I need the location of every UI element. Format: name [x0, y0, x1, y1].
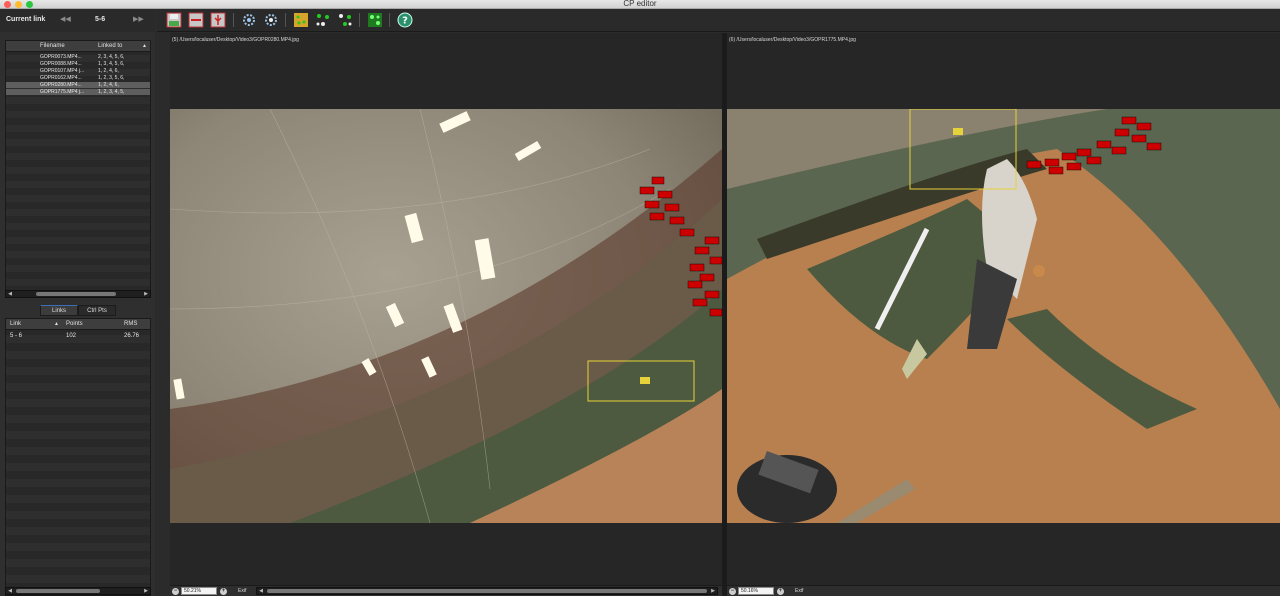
links-horizontal-scrollbar[interactable]: ◀ ▶ — [5, 587, 151, 595]
zoom-in-icon[interactable]: + — [220, 588, 227, 595]
rms-cell: 26.76 — [124, 333, 140, 339]
window-title: CP editor — [623, 0, 657, 8]
filename-cell: GOPR0107.MP4 j... — [40, 68, 85, 74]
col-linked-to[interactable]: Linked to — [98, 43, 122, 49]
scroll-thumb[interactable] — [267, 589, 707, 593]
files-horizontal-scrollbar[interactable]: ◀ ▶ — [5, 290, 151, 298]
left-exif-button[interactable]: Exif — [238, 588, 246, 594]
toolbar-separator — [233, 13, 234, 27]
right-exif-button[interactable]: Exif — [795, 588, 803, 594]
scroll-right-icon[interactable]: ▶ — [142, 588, 150, 594]
table-row[interactable]: 5 - 6 102 26.76 — [6, 332, 150, 340]
table-row[interactable]: GOPR0107.MP4 j... 1, 2, 4, 6, — [6, 68, 150, 74]
left-zoom-bar: − 50.21% + Exif ◀ ▶ — [170, 585, 722, 596]
scroll-thumb[interactable] — [16, 589, 100, 593]
files-table-header: Filename Linked to ▲ — [6, 41, 150, 52]
col-link[interactable]: Link — [10, 321, 21, 327]
left-zoom-field[interactable]: 50.21% — [181, 587, 217, 595]
filename-cell: GOPR0088.MP4... — [40, 61, 82, 67]
scroll-left-icon[interactable]: ◀ — [257, 588, 265, 594]
current-link-bar: Current link ◀◀ 5-6 ▶▶ — [0, 10, 155, 32]
scroll-left-icon[interactable]: ◀ — [6, 291, 14, 297]
sort-arrow-icon: ▲ — [54, 321, 59, 327]
right-zoom-bar: − 50.16% + Exif — [727, 585, 1280, 596]
toolbar-separator — [359, 13, 360, 27]
toolbar-separator — [389, 13, 390, 27]
zoom-out-icon[interactable]: − — [172, 588, 179, 595]
gear-alt-icon[interactable] — [263, 12, 279, 28]
scroll-thumb[interactable] — [36, 292, 116, 296]
left-image-scrollbar[interactable]: ◀ ▶ — [256, 587, 718, 595]
cp-editor-window: CP editor Current link ◀◀ 5-6 ▶▶ Filenam… — [0, 0, 1280, 596]
gear-icon[interactable] — [241, 12, 257, 28]
col-rms[interactable]: RMS — [124, 321, 137, 327]
zoom-out-icon[interactable]: − — [729, 588, 736, 595]
optimize-icon[interactable] — [315, 12, 331, 28]
current-link-value: 5-6 — [95, 16, 106, 23]
linked-to-cell: 1, 3, 4, 5, 6, — [98, 61, 125, 67]
scroll-right-icon[interactable]: ▶ — [142, 291, 150, 297]
delete-icon[interactable] — [188, 12, 204, 28]
table-row[interactable]: GOPR0073.MP4... 2, 3, 4, 5, 6, — [6, 54, 150, 60]
linked-to-cell: 1, 2, 4, 6, — [98, 82, 119, 88]
table-row[interactable]: GOPR0280.MP4... 1, 2, 4, 6, — [6, 82, 150, 88]
left-sidebar: Current link ◀◀ 5-6 ▶▶ Filename Linked t… — [0, 10, 155, 596]
optimize-alt-icon[interactable] — [337, 12, 353, 28]
linked-to-cell: 2, 3, 4, 5, 6, — [98, 54, 125, 60]
tab-links[interactable]: Links — [40, 305, 78, 316]
linked-to-cell: 1, 2, 3, 5, 6, — [98, 75, 125, 81]
left-image-path: (5) /Users/localuser/Desktop/Video3/GOPR… — [172, 37, 299, 43]
svg-text:?: ? — [402, 16, 408, 27]
scroll-right-icon[interactable]: ▶ — [709, 588, 717, 594]
points-cell: 102 — [66, 333, 77, 339]
filename-cell: GOPR0162.MP4... — [40, 75, 82, 81]
help-icon[interactable]: ? — [397, 12, 413, 28]
right-image-panel: (6) /Users/localuser/Desktop/Video3/GOPR… — [727, 33, 1280, 596]
left-image-panel: (5) /Users/localuser/Desktop/Video3/GOPR… — [170, 33, 722, 596]
add-points-icon[interactable] — [293, 12, 309, 28]
title-bar: CP editor — [0, 0, 1280, 9]
table-row[interactable]: GOPR0088.MP4... 1, 3, 4, 5, 6, — [6, 61, 150, 67]
left-image-view[interactable] — [170, 109, 722, 523]
links-table-header: Link ▲ Points RMS — [6, 319, 150, 330]
rewind-icon[interactable]: ◀◀ — [60, 15, 71, 23]
links-table: Link ▲ Points RMS 5 - 6 102 26.76 — [5, 318, 151, 596]
linked-to-cell: 1, 2, 3, 4, 5, — [98, 89, 125, 95]
filename-cell: GOPR1775.MP4 j... — [40, 89, 85, 95]
filename-cell: GOPR0280.MP4... — [40, 82, 82, 88]
network-icon[interactable] — [367, 12, 383, 28]
right-image-view[interactable] — [727, 109, 1280, 523]
filename-cell: GOPR0073.MP4... — [40, 54, 82, 60]
link-cell: 5 - 6 — [10, 333, 23, 339]
right-zoom-field[interactable]: 50.16% — [738, 587, 774, 595]
linked-to-cell: 1, 2, 4, 6, — [98, 68, 119, 74]
files-table: Filename Linked to ▲ GOPR0073.MP4... 2, 3… — [5, 40, 151, 297]
tab-ctrl-pts[interactable]: Ctrl Pts — [78, 305, 116, 316]
col-points[interactable]: Points — [66, 321, 83, 327]
cut-icon[interactable] — [210, 12, 226, 28]
panel-tabs: Links Ctrl Pts — [40, 305, 120, 316]
col-filename[interactable]: Filename — [40, 43, 65, 49]
scroll-left-icon[interactable]: ◀ — [6, 588, 14, 594]
fast-forward-icon[interactable]: ▶▶ — [133, 15, 144, 23]
right-image-path: (6) /Users/localuser/Desktop/Video3/GOPR… — [729, 37, 856, 43]
table-row[interactable]: GOPR1775.MP4 j... 1, 2, 3, 4, 5, — [6, 89, 150, 95]
sort-arrow-icon: ▲ — [142, 43, 147, 49]
table-row[interactable]: GOPR0162.MP4... 1, 2, 3, 5, 6, — [6, 75, 150, 81]
zoom-in-icon[interactable]: + — [777, 588, 784, 595]
toolbar-separator — [285, 13, 286, 27]
current-link-label: Current link — [6, 16, 46, 23]
toolbar: ? — [157, 10, 1280, 32]
save-icon[interactable] — [166, 12, 182, 28]
